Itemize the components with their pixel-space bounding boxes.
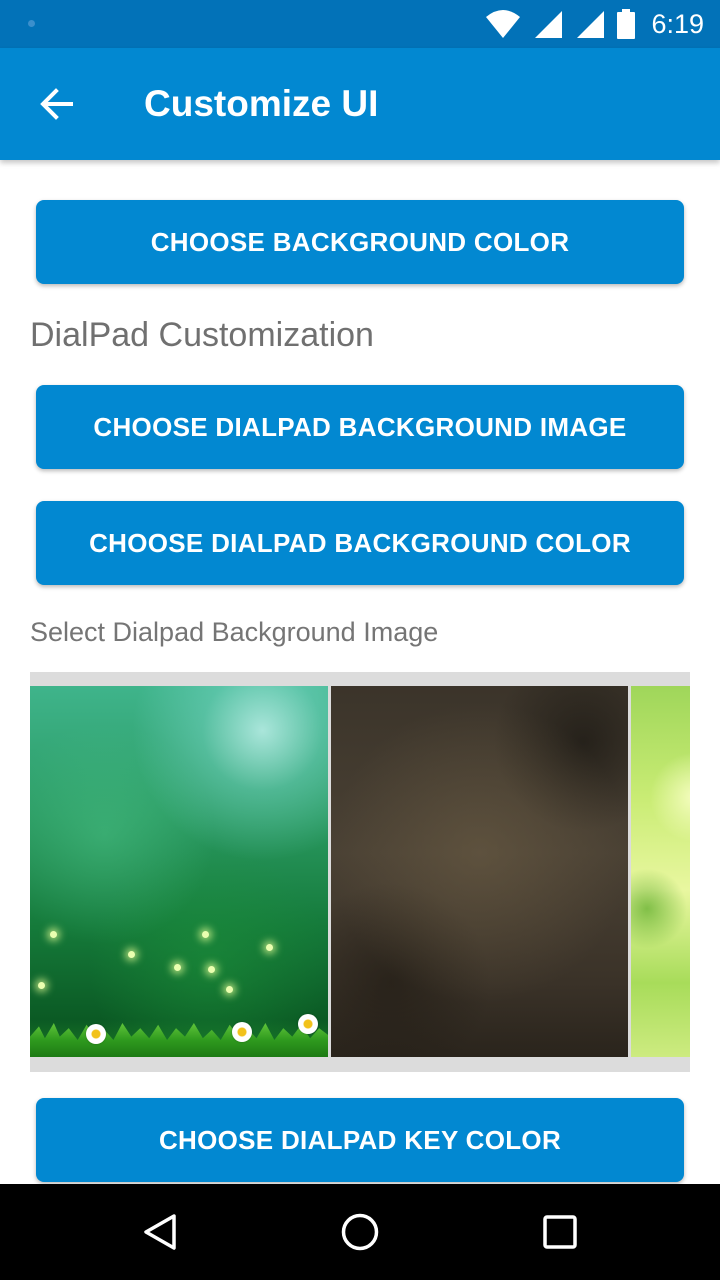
daisy-decoration xyxy=(298,1014,318,1034)
firefly-dot xyxy=(174,964,181,971)
status-time: 6:19 xyxy=(651,8,704,39)
gallery-image-green-bokeh[interactable] xyxy=(30,686,328,1057)
choose-dialpad-background-image-button[interactable]: CHOOSE DIALPAD BACKGROUND IMAGE xyxy=(36,385,684,469)
signal-icon xyxy=(577,11,605,38)
battery-icon xyxy=(617,9,636,39)
back-button[interactable] xyxy=(24,72,88,136)
nav-back-button[interactable] xyxy=(128,1200,192,1264)
gallery-image-dark-texture[interactable] xyxy=(331,686,628,1057)
signal-icon xyxy=(535,11,563,38)
page-title: Customize UI xyxy=(144,83,379,124)
nav-recents-button[interactable] xyxy=(528,1200,592,1264)
firefly-dot xyxy=(50,931,57,938)
daisy-decoration xyxy=(86,1024,106,1044)
firefly-dot xyxy=(226,986,233,993)
choose-dialpad-background-color-button[interactable]: CHOOSE DIALPAD BACKGROUND COLOR xyxy=(36,501,684,585)
status-bar: 6:19 xyxy=(0,0,720,48)
dialpad-section-title: DialPad Customization xyxy=(30,316,374,354)
home-circle-icon xyxy=(341,1213,379,1251)
navigation-bar xyxy=(0,1184,720,1280)
recents-square-icon xyxy=(543,1215,577,1249)
firefly-dot xyxy=(128,951,135,958)
firefly-dot xyxy=(208,966,215,973)
nav-home-button[interactable] xyxy=(328,1200,392,1264)
gallery-image-green-leaves[interactable] xyxy=(631,686,690,1057)
arrow-back-icon xyxy=(40,88,73,120)
firefly-dot xyxy=(266,944,273,951)
firefly-dot xyxy=(202,931,209,938)
back-triangle-icon xyxy=(144,1214,176,1250)
notification-dot-icon xyxy=(28,20,35,27)
status-icons: 6:19 xyxy=(485,0,704,48)
background-image-gallery[interactable] xyxy=(30,672,690,1072)
app-bar: Customize UI xyxy=(0,48,720,160)
select-image-label: Select Dialpad Background Image xyxy=(30,617,439,647)
choose-background-color-button[interactable]: CHOOSE BACKGROUND COLOR xyxy=(36,200,684,284)
main-content: CHOOSE BACKGROUND COLOR DialPad Customiz… xyxy=(0,160,720,1184)
daisy-decoration xyxy=(232,1022,252,1042)
firefly-dot xyxy=(38,982,45,989)
grass-decoration xyxy=(30,1023,328,1057)
choose-dialpad-key-color-button[interactable]: CHOOSE DIALPAD KEY COLOR xyxy=(36,1098,684,1182)
wifi-icon xyxy=(486,10,521,38)
